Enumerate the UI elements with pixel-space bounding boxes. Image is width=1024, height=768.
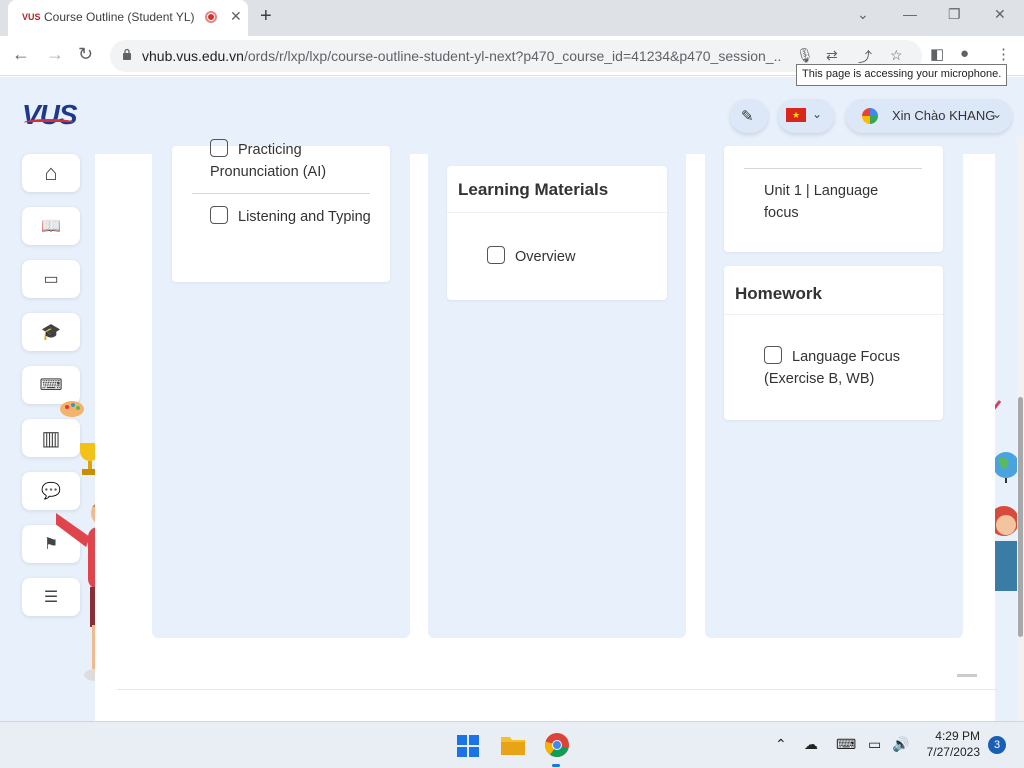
profile-icon[interactable]: ● — [960, 45, 969, 62]
translate-icon[interactable]: ⇄ — [826, 47, 838, 64]
checkbox[interactable] — [210, 206, 228, 224]
list-item[interactable]: Unit 1 | Language focus — [764, 180, 914, 224]
divider — [724, 314, 943, 315]
footer-divider — [117, 689, 997, 690]
image-icon: ▭ — [43, 271, 59, 288]
user-greeting: Xin Chào KHANG — [892, 108, 996, 123]
checkbox[interactable] — [210, 139, 228, 157]
outline-column-1: Practicing Pronunciation (AI) Listening … — [152, 139, 410, 638]
vus-logo[interactable]: VUS — [22, 99, 78, 131]
language-selector[interactable]: ★ ⌄ — [778, 99, 834, 133]
user-menu[interactable]: Xin Chào KHANG ⌄ — [846, 99, 1012, 133]
chevron-down-icon: ⌄ — [812, 107, 823, 121]
active-app-indicator — [552, 764, 560, 767]
notification-badge[interactable]: 3 — [988, 736, 1006, 754]
browser-tab[interactable]: VUS Course Outline (Student YL) ✕ — [8, 0, 248, 36]
card-title: Homework — [735, 284, 822, 303]
list-item[interactable]: Practicing Pronunciation (AI) — [210, 139, 380, 183]
checkbox[interactable] — [487, 246, 505, 264]
vietnam-flag-icon: ★ — [786, 108, 806, 122]
sidebar-item-course[interactable]: 📖 — [22, 207, 80, 245]
tab-close-button[interactable]: ✕ — [230, 8, 242, 25]
tab-favicon: VUS — [22, 12, 41, 22]
unit-card: Unit 1 | Language focus — [724, 146, 943, 252]
new-tab-button[interactable]: + — [260, 5, 272, 28]
sidebar-item-gallery[interactable]: ▭ — [22, 260, 80, 298]
network-icon[interactable]: ▭ — [868, 736, 881, 753]
avatar — [862, 108, 878, 124]
item-label: Language Focus (Exercise B, WB) — [764, 349, 901, 387]
list-item[interactable]: Language Focus (Exercise B, WB) — [764, 346, 934, 390]
divider — [744, 168, 922, 169]
item-label: Unit 1 | Language focus — [764, 183, 879, 221]
chrome-icon[interactable] — [544, 732, 570, 758]
reload-button[interactable]: ↻ — [78, 44, 93, 65]
homework-card: Homework Language Focus (Exercise B, WB) — [724, 266, 943, 420]
learning-materials-card: Learning Materials Overview — [447, 166, 667, 300]
course-outline-panel: Practicing Pronunciation (AI) Listening … — [95, 139, 997, 721]
close-window-button[interactable]: ✕ — [994, 6, 1006, 23]
bookmark-star-icon[interactable]: ☆ — [890, 47, 903, 64]
divider — [447, 212, 667, 213]
show-hidden-icons-icon[interactable]: ⌃ — [775, 736, 787, 753]
minimize-button[interactable]: — — [903, 6, 917, 22]
side-panel-icon[interactable]: ◧ — [930, 45, 944, 63]
clock-date: 7/27/2023 — [926, 745, 980, 759]
microphone-icon[interactable]: 🎙 — [796, 47, 814, 64]
scrollbar-thumb[interactable] — [1018, 397, 1023, 637]
checkbox[interactable] — [764, 346, 782, 364]
volume-icon[interactable]: 🔊 — [892, 736, 909, 753]
notes-icon: ✎ — [741, 108, 754, 125]
item-label: Overview — [515, 249, 576, 265]
chevron-down-icon: ⌄ — [992, 107, 1003, 121]
divider — [192, 193, 370, 194]
book-icon: 📖 — [41, 218, 61, 235]
cloud-sync-icon[interactable]: ☁ — [804, 736, 818, 753]
paint-palette-icon — [60, 401, 84, 417]
url-path: /ords/r/lxp/lxp/course-outline-student-y… — [243, 48, 782, 64]
forward-button[interactable]: → — [46, 44, 64, 65]
sidebar-item-learning[interactable]: 🎓 — [22, 313, 80, 351]
restore-button[interactable]: ❐ — [948, 6, 961, 23]
app-area: VUS ✎ ★ ⌄ Xin Chào KHANG ⌄ ⌂ 📖 ▭ 🎓 ⌨ ▥ 💬… — [0, 77, 1024, 721]
recording-indicator-icon — [205, 11, 217, 23]
card-title: Learning Materials — [458, 180, 609, 199]
browser-tabstrip: VUS Course Outline (Student YL) ✕ + ⌄ — … — [0, 0, 1024, 36]
sidebar-item-home[interactable]: ⌂ — [22, 154, 80, 192]
scroll-hint — [957, 674, 977, 677]
url-text: vhub.vus.edu.vn/ords/r/lxp/lxp/course-ou… — [142, 48, 782, 64]
sidebar-item-library[interactable]: ▥ — [22, 419, 80, 457]
microphone-tooltip: This page is accessing your microphone. — [796, 64, 1008, 86]
graduation-icon: 🎓 — [41, 324, 61, 341]
url-host: vhub.vus.edu.vn — [142, 48, 244, 64]
back-button[interactable]: ← — [12, 44, 30, 65]
windows-taskbar: ⌃ ☁ ⌨ ▭ 🔊 4:29 PM 7/27/2023 3 — [0, 721, 1024, 768]
outline-column-2: Learning Materials Overview — [428, 154, 686, 638]
tab-search-icon[interactable]: ⌄ — [857, 6, 869, 23]
home-icon: ⌂ — [44, 160, 58, 185]
lock-icon — [123, 48, 131, 60]
windows-start-icon[interactable] — [456, 734, 480, 758]
keyboard-layout-icon[interactable]: ⌨ — [836, 736, 856, 753]
menu-icon[interactable]: ⋮ — [996, 45, 1011, 63]
system-clock[interactable]: 4:29 PM 7/27/2023 — [927, 728, 980, 760]
clock-time: 4:29 PM — [935, 729, 980, 743]
file-explorer-icon[interactable] — [500, 734, 526, 756]
activities-card: Practicing Pronunciation (AI) Listening … — [172, 139, 390, 282]
tab-title: Course Outline (Student YL) — [44, 10, 195, 24]
library-icon: ▥ — [41, 427, 61, 450]
page-scrollbar[interactable] — [1017, 137, 1024, 721]
list-item[interactable]: Overview — [487, 246, 657, 268]
item-label: Listening and Typing — [238, 209, 371, 225]
list-item[interactable]: Listening and Typing — [210, 206, 380, 228]
outline-column-3: Unit 1 | Language focus Homework Languag… — [705, 146, 963, 638]
keyboard-icon: ⌨ — [39, 377, 63, 394]
notes-button[interactable]: ✎ — [730, 99, 768, 133]
